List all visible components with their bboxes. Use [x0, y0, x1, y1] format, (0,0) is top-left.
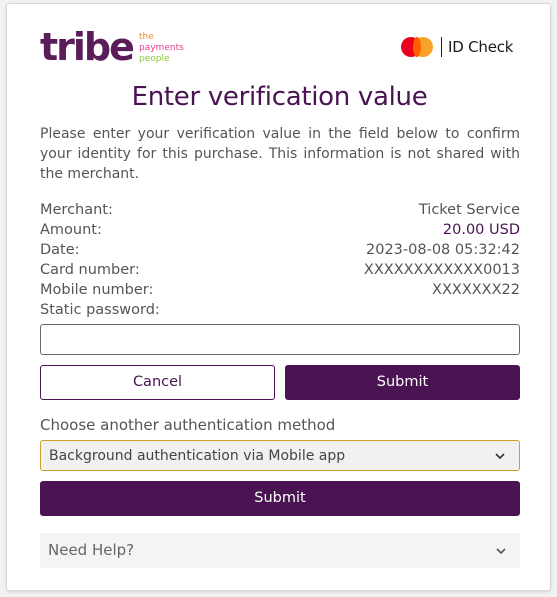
cancel-button[interactable]: Cancel	[40, 365, 275, 400]
chevron-down-icon	[496, 548, 506, 555]
need-help-accordion[interactable]: Need Help?	[40, 533, 520, 568]
divider	[441, 37, 442, 57]
detail-label: Mobile number:	[40, 282, 154, 298]
submit-button[interactable]: Submit	[285, 365, 520, 400]
alternative-submit-button[interactable]: Submit	[40, 481, 520, 516]
logo-tagline-2: payments	[139, 43, 184, 53]
detail-value: Ticket Service	[418, 202, 520, 218]
detail-row-mobile-number: Mobile number: XXXXXXX22	[40, 280, 520, 300]
detail-row-card-number: Card number: XXXXXXXXXXXX0013	[40, 260, 520, 280]
authentication-method-select[interactable]: Background authentication via Mobile app	[40, 440, 520, 471]
detail-label: Merchant:	[40, 202, 113, 218]
logo-word: tribe	[40, 26, 133, 68]
page-title: Enter verification value	[131, 82, 428, 112]
detail-row-amount: Amount: 20.00 USD	[40, 220, 520, 240]
detail-value: 2023-08-08 05:32:42	[366, 242, 520, 258]
selected-method: Background authentication via Mobile app	[49, 448, 346, 464]
alternative-method-label: Choose another authentication method	[40, 416, 336, 434]
detail-value: 20.00 USD	[442, 222, 520, 238]
need-help-label: Need Help?	[48, 541, 135, 559]
detail-value: XXXXXXX22	[432, 282, 520, 298]
static-password-input[interactable]	[40, 324, 520, 355]
detail-label: Card number:	[40, 262, 140, 278]
tribe-logo: tribe the payments people	[40, 26, 184, 68]
authentication-card: tribe the payments people ID Check Enter…	[6, 3, 551, 591]
detail-label: Amount:	[40, 222, 102, 238]
intro-text: Please enter your verification value in …	[40, 126, 520, 182]
mastercard-id-check: ID Check	[401, 37, 513, 57]
logo-tagline-3: people	[139, 54, 170, 64]
mastercard-icon	[401, 37, 433, 57]
transaction-details: Merchant: Ticket Service Amount: 20.00 U…	[40, 200, 520, 320]
logo-tagline-1: the	[139, 32, 154, 42]
id-check-label: ID Check	[448, 38, 514, 56]
detail-value: XXXXXXXXXXXX0013	[363, 262, 520, 278]
detail-row-static-password: Static password:	[40, 300, 520, 320]
detail-row-merchant: Merchant: Ticket Service	[40, 200, 520, 220]
detail-label: Date:	[40, 242, 80, 258]
detail-label: Static password:	[40, 302, 160, 318]
detail-row-date: Date: 2023-08-08 05:32:42	[40, 240, 520, 260]
chevron-down-icon	[495, 453, 505, 460]
